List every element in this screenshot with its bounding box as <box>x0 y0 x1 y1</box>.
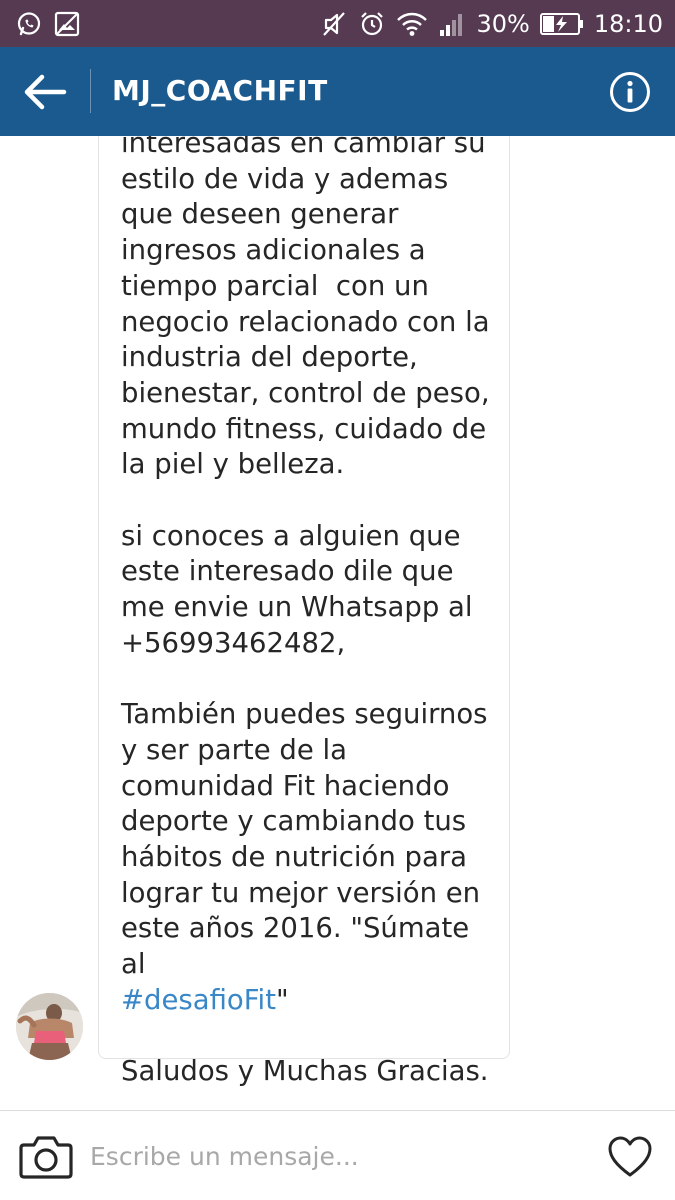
message-line: este interesado dile que <box>121 555 454 588</box>
message-line: si conoces a alguien que <box>121 519 461 552</box>
camera-button[interactable] <box>18 1133 74 1181</box>
message-line: lograr tu mejor versión en <box>121 876 481 909</box>
message-thread[interactable]: interesadas en cambiar su estilo de vida… <box>0 136 675 1110</box>
message-line: ingresos adicionales a <box>121 234 426 267</box>
signal-icon <box>440 14 463 36</box>
message-composer <box>0 1110 675 1200</box>
message-line: negocio relacionado con la <box>121 305 490 338</box>
message-text: interesadas en cambiar su estilo de vida… <box>121 136 501 1090</box>
message-line: También puedes seguirnos <box>121 698 488 731</box>
like-button[interactable] <box>607 1135 653 1179</box>
header-divider <box>90 69 91 113</box>
message-bubble[interactable]: interesadas en cambiar su estilo de vida… <box>98 136 510 1087</box>
conversation-header: MJ_COACHFIT <box>0 47 675 136</box>
message-line: bienestar, control de peso, <box>121 376 490 409</box>
notification-icons <box>16 11 80 37</box>
system-icons: 30% 18:10 <box>320 9 663 39</box>
wifi-icon <box>397 12 428 36</box>
hashtag-link[interactable]: #desafioFit <box>121 984 276 1016</box>
alarm-icon <box>361 12 384 36</box>
message-line: que deseen generar <box>121 198 399 231</box>
battery-charging-icon <box>539 13 583 35</box>
camera-icon <box>19 1136 73 1179</box>
info-icon <box>610 72 650 112</box>
back-button[interactable] <box>22 72 68 112</box>
whatsapp-icon <box>17 12 41 36</box>
hashtag-suffix: " <box>275 983 289 1016</box>
message-line: interesadas en cambiar su <box>121 136 486 159</box>
mute-icon <box>323 12 346 36</box>
phone-number: +56993462482, <box>121 626 346 659</box>
heart-icon <box>608 1136 652 1177</box>
message-line: este años 2016. "Súmate al <box>121 912 478 981</box>
status-bar: 30% 18:10 <box>0 0 675 47</box>
message-input[interactable] <box>90 1135 590 1177</box>
clock: 18:10 <box>593 10 663 38</box>
message-line: industria del deporte, <box>121 341 418 374</box>
message-line: comunidad Fit haciendo <box>121 769 450 802</box>
arrow-left-icon <box>24 74 67 110</box>
conversation-title[interactable]: MJ_COACHFIT <box>112 74 328 107</box>
message-line: deporte y cambiando tus <box>121 805 467 838</box>
sender-avatar[interactable] <box>16 993 83 1060</box>
message-line: estilo de vida y ademas <box>121 162 449 195</box>
message-line: hábitos de nutrición para <box>121 841 467 874</box>
avatar-photo <box>16 993 83 1060</box>
info-button[interactable] <box>609 71 651 113</box>
message-line: mundo fitness, cuidado de <box>121 412 487 445</box>
message-line: la piel y belleza. <box>121 448 345 481</box>
image-icon <box>54 11 80 37</box>
message-line: Saludos y Muchas Gracias. <box>121 1055 489 1088</box>
message-line: y ser parte de la <box>121 733 347 766</box>
message-line: tiempo parcial con un <box>121 269 429 302</box>
message-line: me envie un Whatsapp al <box>121 591 473 624</box>
battery-percent: 30% <box>476 10 530 38</box>
